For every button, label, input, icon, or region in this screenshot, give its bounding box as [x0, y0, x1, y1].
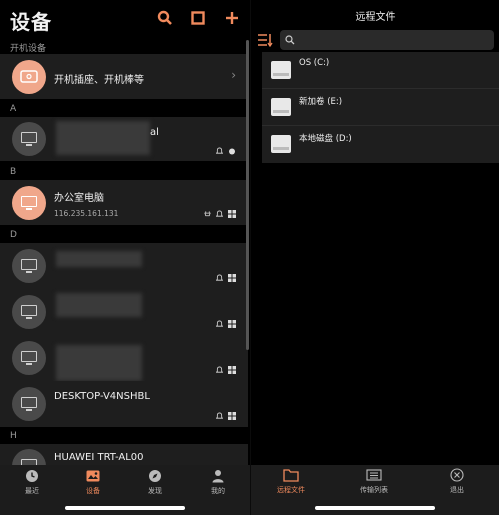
- bottom-tab-bar: 最近 设备 发现 我的: [0, 465, 250, 515]
- device-row[interactable]: [0, 335, 248, 381]
- device-row[interactable]: 办公室电脑 116.235.161.131: [0, 180, 248, 225]
- tab-exit[interactable]: 退出: [417, 468, 497, 495]
- drive-list: OS (C:) 新加卷 (E:) 本地磁盘 (D:): [262, 52, 499, 163]
- page-title: 设备: [10, 10, 52, 34]
- computer-icon: [12, 249, 46, 283]
- tab-label: 最近: [25, 487, 39, 495]
- device-row[interactable]: [0, 243, 248, 289]
- folder-icon: [283, 469, 299, 482]
- power-device-icon: [12, 60, 46, 94]
- drive-row[interactable]: 新加卷 (E:): [262, 89, 499, 126]
- group-letter-b: B: [10, 167, 17, 177]
- computer-icon: [12, 341, 46, 375]
- scrollbar[interactable]: [246, 40, 249, 350]
- apple-icon: [229, 148, 235, 155]
- computer-icon: [12, 295, 46, 329]
- computer-icon: [12, 122, 46, 156]
- redacted-block: [56, 121, 150, 155]
- transfer-icon: [366, 469, 382, 481]
- device-row[interactable]: DESKTOP-V4NSHBL: [0, 381, 248, 427]
- clock-icon: [26, 470, 38, 482]
- group-letter-a: A: [10, 104, 17, 114]
- redacted-block: [56, 345, 142, 381]
- tab-label: 发现: [148, 487, 162, 495]
- compass-icon: [149, 470, 161, 482]
- power-device-label: 开机插座、开机棒等: [54, 75, 144, 86]
- group-letter-h: H: [10, 431, 17, 441]
- devices-panel: 设备 开机设备 开机插座、开机棒等 › A al B 办公室电脑 116.235…: [0, 0, 250, 515]
- windows-icon: [228, 320, 236, 328]
- drive-row[interactable]: 本地磁盘 (D:): [262, 126, 499, 162]
- device-status: [216, 366, 236, 374]
- device-ip: 116.235.161.131: [54, 209, 119, 218]
- tab-label: 传输列表: [360, 486, 388, 494]
- drive-name: 本地磁盘 (D:): [299, 134, 352, 144]
- remote-files-title: 远程文件: [355, 12, 396, 23]
- device-status: [204, 210, 236, 218]
- computer-icon: [12, 449, 46, 466]
- tab-label: 远程文件: [277, 486, 305, 494]
- windows-icon: [228, 366, 236, 374]
- chevron-right-icon: ›: [231, 68, 236, 82]
- device-status: [216, 274, 236, 282]
- search-icon[interactable]: [157, 10, 173, 26]
- sort-icon[interactable]: [257, 33, 273, 47]
- bell-icon: [216, 366, 223, 373]
- windows-icon: [228, 274, 236, 282]
- drive-name: 新加卷 (E:): [299, 97, 343, 107]
- plug-icon: [204, 211, 211, 217]
- windows-icon: [228, 412, 236, 420]
- drive-icon: [271, 135, 291, 153]
- bell-icon: [216, 210, 223, 217]
- search-input[interactable]: [280, 30, 494, 50]
- drive-name: OS (C:): [299, 58, 330, 68]
- bell-icon: [216, 274, 223, 281]
- bell-icon: [216, 320, 223, 327]
- bell-icon: [216, 412, 223, 419]
- power-device-card[interactable]: 开机插座、开机棒等 ›: [0, 54, 248, 99]
- redacted-block: [56, 251, 142, 267]
- device-name: 办公室电脑: [54, 193, 104, 204]
- tab-me[interactable]: 我的: [188, 469, 248, 496]
- bell-icon: [216, 147, 223, 154]
- drive-icon: [271, 61, 291, 79]
- device-row[interactable]: HUAWEI TRT-AL00: [0, 444, 248, 466]
- device-row[interactable]: [0, 289, 248, 335]
- tab-devices[interactable]: 设备: [63, 469, 123, 496]
- device-status: [216, 412, 236, 420]
- tab-recent[interactable]: 最近: [2, 469, 62, 496]
- tab-label: 设备: [86, 487, 100, 495]
- home-indicator: [315, 506, 435, 510]
- tab-label: 我的: [211, 487, 225, 495]
- home-indicator: [65, 506, 185, 510]
- group-letter-d: D: [10, 230, 17, 240]
- redacted-block: [56, 293, 142, 317]
- device-status: [216, 320, 236, 328]
- device-name: HUAWEI TRT-AL00: [54, 452, 144, 463]
- drive-row[interactable]: OS (C:): [262, 52, 499, 89]
- device-name: DESKTOP-V4NSHBL: [54, 391, 150, 402]
- exit-icon: [450, 468, 464, 482]
- computer-icon: [12, 387, 46, 421]
- search-icon: [285, 35, 295, 45]
- device-status: [216, 147, 236, 155]
- user-icon: [212, 470, 224, 483]
- tab-discover[interactable]: 发现: [125, 469, 185, 496]
- windows-icon: [228, 210, 236, 218]
- device-name: al: [150, 127, 159, 138]
- drive-icon: [271, 98, 291, 116]
- add-icon[interactable]: [224, 10, 240, 26]
- section-power-label: 开机设备: [10, 44, 47, 54]
- device-row[interactable]: al: [0, 117, 248, 161]
- tab-label: 退出: [450, 486, 464, 494]
- tab-remote-files[interactable]: 远程文件: [251, 468, 331, 495]
- computer-icon: [12, 186, 46, 220]
- tab-transfer-list[interactable]: 传输列表: [334, 468, 414, 495]
- devices-icon: [86, 470, 100, 482]
- square-icon[interactable]: [190, 10, 206, 26]
